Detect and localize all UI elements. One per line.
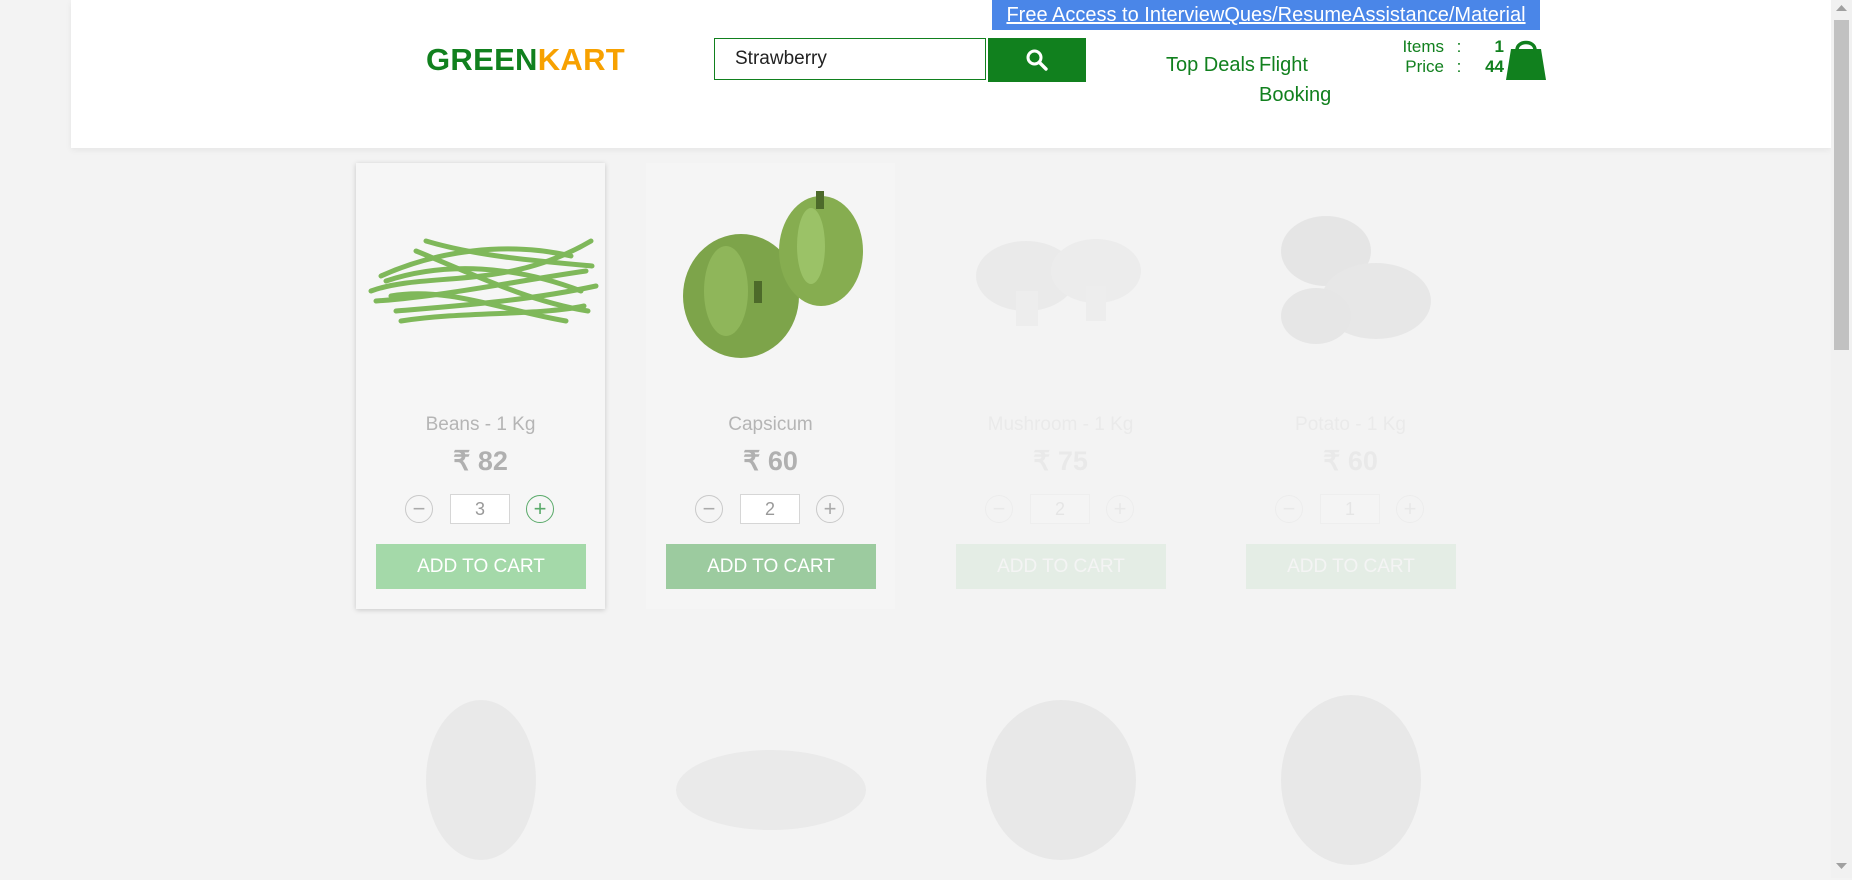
logo[interactable]: GREENKART	[426, 42, 625, 78]
increment-button[interactable]: +	[1106, 495, 1134, 523]
promo-link[interactable]: Free Access to InterviewQues/ResumeAssis…	[992, 0, 1540, 30]
product-name: Mushroom - 1 Kg	[987, 414, 1134, 435]
items-count: 1	[1494, 37, 1504, 56]
decrement-button[interactable]: −	[1275, 495, 1303, 523]
product-price: ₹ 82	[453, 446, 508, 476]
quantity-stepper: − +	[1226, 492, 1475, 526]
green-beans-image	[368, 238, 599, 324]
logo-green-text: GREEN	[426, 42, 538, 77]
search-input[interactable]	[714, 38, 986, 80]
add-to-cart-button[interactable]: ADD TO CART	[956, 544, 1166, 589]
shopping-bag-icon	[1506, 40, 1546, 80]
add-to-cart-button[interactable]: ADD TO CART	[666, 544, 876, 589]
quantity-stepper: − +	[646, 492, 895, 526]
cart-summary: Items : 1 Price : 44	[1388, 37, 1504, 77]
decrement-button[interactable]: −	[985, 495, 1013, 523]
quantity-stepper: − +	[936, 492, 1185, 526]
search-icon	[1026, 49, 1048, 71]
product-price: ₹ 60	[743, 446, 798, 476]
product-name: Potato - 1 Kg	[1295, 414, 1406, 435]
price-label: Price	[1405, 57, 1444, 76]
mushroom-image	[976, 239, 1141, 326]
quantity-stepper: − +	[356, 492, 605, 526]
nav-top-deals[interactable]: Top Deals	[1166, 50, 1256, 80]
quantity-input[interactable]	[740, 494, 800, 524]
product-card: Mushroom - 1 Kg ₹ 75 − + ADD TO CART	[936, 163, 1185, 609]
quantity-input[interactable]	[1320, 494, 1380, 524]
plus-icon: +	[1403, 496, 1417, 521]
logo-orange-text: KART	[537, 42, 626, 77]
minus-icon: −	[412, 496, 426, 521]
quantity-input[interactable]	[450, 494, 510, 524]
add-to-cart-button[interactable]: ADD TO CART	[376, 544, 586, 589]
price-total: 44	[1485, 57, 1504, 76]
increment-button[interactable]: +	[526, 495, 554, 523]
plus-icon: +	[823, 496, 837, 521]
product-image-faded	[426, 700, 536, 860]
decrement-button[interactable]: −	[405, 495, 433, 523]
plus-icon: +	[533, 496, 547, 521]
items-label: Items	[1402, 37, 1444, 56]
product-price: ₹ 75	[1033, 446, 1088, 476]
increment-button[interactable]: +	[1396, 495, 1424, 523]
page-scrollbar[interactable]	[1831, 0, 1852, 878]
scroll-down-icon[interactable]	[1836, 862, 1847, 870]
price-separator: :	[1456, 57, 1462, 76]
quantity-input[interactable]	[1030, 494, 1090, 524]
add-to-cart-button[interactable]: ADD TO CART	[1246, 544, 1456, 589]
product-card: Capsicum ₹ 60 − + ADD TO CART	[646, 163, 895, 609]
product-name: Beans - 1 Kg	[425, 414, 536, 435]
green-capsicum-image	[683, 191, 863, 358]
items-separator: :	[1456, 37, 1462, 56]
scroll-up-icon[interactable]	[1836, 4, 1847, 12]
cart-button[interactable]	[1505, 36, 1547, 87]
product-image-faded	[1281, 695, 1421, 865]
increment-button[interactable]: +	[816, 495, 844, 523]
search-button[interactable]	[988, 38, 1086, 82]
scrollbar-thumb[interactable]	[1834, 20, 1849, 350]
product-price: ₹ 60	[1323, 446, 1378, 476]
product-card: Beans - 1 Kg ₹ 82 − + ADD TO CART	[356, 163, 605, 609]
minus-icon: −	[992, 496, 1006, 521]
minus-icon: −	[702, 496, 716, 521]
product-name: Capsicum	[728, 414, 813, 435]
potato-image	[1281, 216, 1431, 344]
decrement-button[interactable]: −	[695, 495, 723, 523]
nav-flight-booking[interactable]: Flight Booking	[1259, 50, 1369, 110]
minus-icon: −	[1282, 496, 1296, 521]
plus-icon: +	[1113, 496, 1127, 521]
product-card: Potato - 1 Kg ₹ 60 − + ADD TO CART	[1226, 163, 1475, 609]
product-image-faded	[676, 750, 866, 830]
product-image-faded	[986, 700, 1136, 860]
